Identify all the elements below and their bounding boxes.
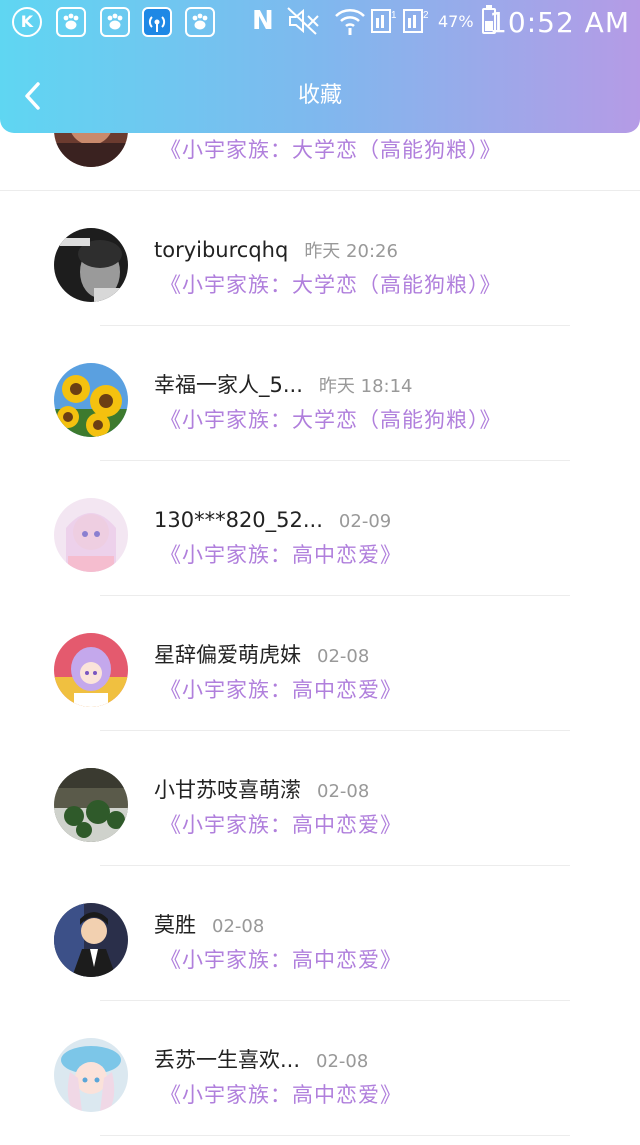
page-title: 收藏 [297,83,342,108]
favorite-story-link[interactable]: 《小宇家族：大学恋（高能狗粮）》 [160,271,502,299]
sim1-icon: 1 [370,6,397,43]
baidu-paw-icon [185,7,215,37]
user-name[interactable]: 星辞偏爱萌虎妹 02-08 [154,641,369,671]
user-name[interactable]: 莫胜 02-08 [154,911,264,941]
user-name-text[interactable]: 小甘苏吱喜萌潆 [154,778,301,802]
user-name-text[interactable]: 幸福一家人_5... [154,373,303,397]
user-name[interactable]: 小甘苏吱喜萌潆 02-08 [154,776,369,806]
list-item[interactable]: 星辞偏爱萌虎妹 02-08 《小宇家族：高中恋爱》 [0,605,640,740]
timestamp: 02-08 [212,916,265,937]
timestamp: 昨天 20:26 [304,241,398,262]
bw-portrait-avatar[interactable] [54,228,128,302]
anime-girl-purple-avatar[interactable] [54,633,128,707]
timestamp: 02-08 [317,781,370,802]
timestamp: 02-08 [317,646,370,667]
timestamp: 02-08 [316,1051,369,1072]
favorite-story-link[interactable]: 《小宇家族：高中恋爱》 [160,1081,402,1109]
favorite-story-link[interactable]: 《小宇家族：大学恋（高能狗粮）》 [160,406,502,434]
sunflower-avatar[interactable] [54,363,128,437]
wifi-icon [334,6,366,43]
list-item[interactable]: 小甘苏吱喜萌潆 02-08 《小宇家族：高中恋爱》 [0,740,640,875]
baidu-paw-icon [56,7,86,37]
list-item[interactable]: 130***820_52... 02-09 《小宇家族：高中恋爱》 [0,470,640,605]
timestamp: 02-09 [338,511,392,532]
plants-photo-avatar[interactable] [54,768,128,842]
user-name[interactable]: 130***820_52... 02-09 [154,506,391,536]
row-divider [100,595,570,596]
nfc-icon: N [252,6,274,36]
user-name[interactable]: 幸福一家人_5... 昨天 18:14 [154,371,413,401]
favorite-story-link[interactable]: 《小宇家族：高中恋爱》 [160,541,402,569]
user-name[interactable]: 丢苏一生喜欢... 02-08 [154,1046,368,1076]
row-divider [100,1135,570,1136]
anime-girl-blue-avatar[interactable] [54,1038,128,1112]
list-item[interactable]: toryiburcqhq 昨天 20:26 《小宇家族：大学恋（高能狗粮）》 [0,200,640,335]
anime-girl-pastel-avatar[interactable] [54,498,128,572]
list-item[interactable]: 幸福一家人_5... 昨天 18:14 《小宇家族：大学恋（高能狗粮）》 [0,335,640,470]
favorite-story-link[interactable]: 《小宇家族：高中恋爱》 [160,811,402,839]
list-item[interactable]: 丢苏一生喜欢... 02-08 《小宇家族：高中恋爱》 [0,1010,640,1145]
anime-man-avatar[interactable] [54,903,128,977]
user-name-text[interactable]: 星辞偏爱萌虎妹 [154,643,301,667]
mute-icon [286,6,324,43]
row-divider [100,460,570,461]
wifi-hotspot-icon [142,7,172,37]
k-circle-icon: K [12,7,42,37]
favorite-story-link[interactable]: 《小宇家族：高中恋爱》 [160,676,402,704]
row-divider [100,865,570,866]
row-divider [100,1000,570,1001]
favorite-story-link[interactable]: 《小宇家族：高中恋爱》 [160,946,402,974]
row-divider [0,190,640,191]
header-bar: K N 1 2 47% 10:52 AM 收藏 [0,0,640,133]
user-name[interactable]: toryiburcqhq 昨天 20:26 [154,236,398,266]
list-item[interactable]: 莫胜 02-08 《小宇家族：高中恋爱》 [0,875,640,1010]
status-bar: K N 1 2 47% 10:52 AM [0,0,640,48]
svg-text:2: 2 [423,10,428,21]
user-name-text[interactable]: 莫胜 [154,913,196,937]
timestamp: 昨天 18:14 [318,376,413,397]
favorite-story-link[interactable]: 《小宇家族：大学恋（高能狗粮）》 [160,136,502,164]
status-time: 10:52 AM [489,6,630,39]
user-name-text[interactable]: 130***820_52... [154,508,323,532]
row-divider [100,730,570,731]
svg-text:1: 1 [391,10,396,21]
battery-percent: 47% [438,12,474,31]
user-name-text[interactable]: toryiburcqhq [154,238,288,262]
user-name-text[interactable]: 丢苏一生喜欢... [154,1048,300,1072]
baidu-paw-icon [100,7,130,37]
sim2-icon: 2 [402,6,429,43]
row-divider [100,325,570,326]
